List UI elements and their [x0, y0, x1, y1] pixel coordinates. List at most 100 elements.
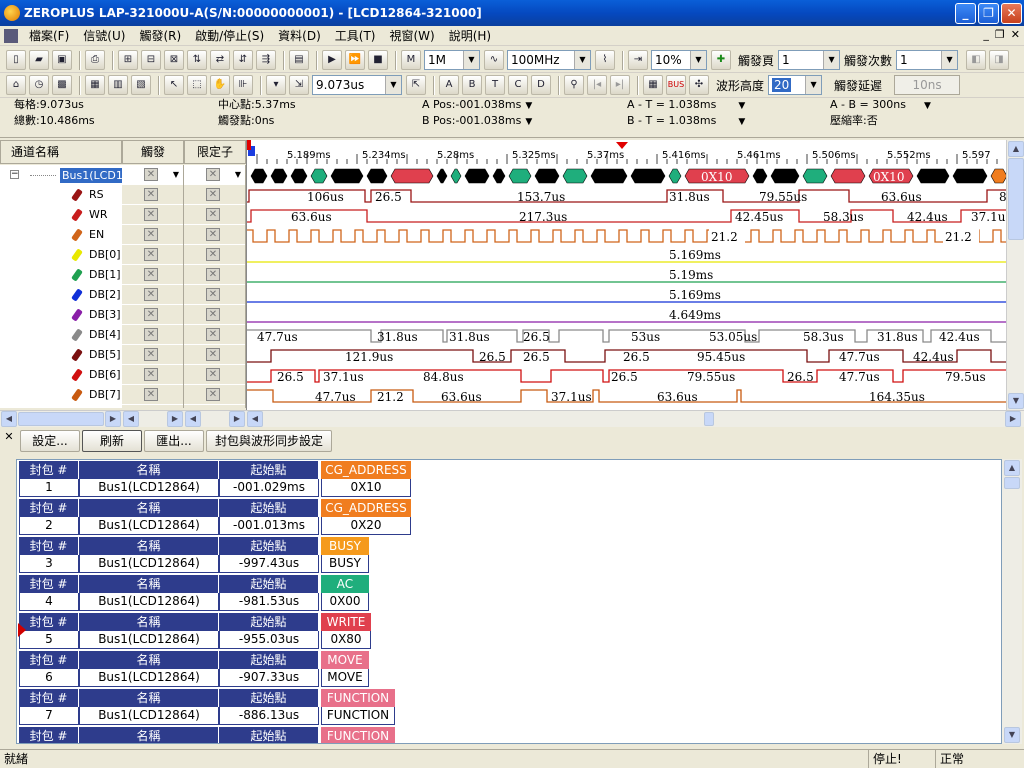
menu-window[interactable]: 視窗(W) [382, 27, 441, 45]
open-folder-icon[interactable]: ▰ [29, 50, 49, 70]
trigger-cell[interactable]: ✕ [122, 305, 183, 325]
channel-rs[interactable]: RS [0, 185, 122, 205]
scroll-left-icon[interactable]: ◀ [185, 411, 201, 427]
minimize-button[interactable]: _ [955, 3, 976, 24]
channel-db5[interactable]: DB[5] [0, 345, 122, 365]
qualifier-cell[interactable]: ✕ [184, 285, 245, 305]
qualifier-cell[interactable]: ✕ [184, 305, 245, 325]
refresh-button[interactable]: 刷新 [82, 430, 142, 452]
chevron-down-icon[interactable]: ▼ [171, 168, 181, 181]
bar-c-icon[interactable]: C [508, 75, 528, 95]
home-icon[interactable]: ⌂ [6, 75, 26, 95]
scroll-thumb[interactable] [1008, 158, 1024, 240]
bar-b-icon[interactable]: B [462, 75, 482, 95]
channel-setup-icon[interactable]: ⊞ [118, 50, 138, 70]
bar-a-icon[interactable]: A [439, 75, 459, 95]
packet-view-icon[interactable]: ▧ [131, 75, 151, 95]
trigger-cell[interactable]: ✕ [122, 325, 183, 345]
waveform-area[interactable]: 5.189ms 5.234ms 5.28ms 5.325ms 5.37ms 5.416ms… [246, 140, 1006, 410]
compress-icon[interactable]: ⇶ [256, 50, 276, 70]
waveform-vertical-scrollbar[interactable]: ▲ ▼ [1006, 140, 1024, 410]
table-view-icon[interactable]: ▥ [108, 75, 128, 95]
waveform-hscrollbar[interactable]: ◀ ▶ [246, 410, 1024, 427]
trigger-cell[interactable]: ✕ [122, 225, 183, 245]
mdi-close-icon[interactable]: ✕ [1011, 28, 1020, 41]
sample-depth-select[interactable]: 1M ▼ [424, 50, 480, 70]
page-next-icon[interactable]: ◨ [989, 50, 1010, 70]
qualifier-cell[interactable]: ✕ [184, 365, 245, 385]
new-file-icon[interactable]: ▯ [6, 50, 26, 70]
menu-help[interactable]: 說明(H) [442, 27, 498, 45]
scroll-right-icon[interactable]: ▶ [167, 411, 183, 427]
trigger-cell[interactable]: ✕ [122, 265, 183, 285]
time-per-div-select[interactable]: 9.073us ▼ [312, 75, 402, 95]
packet-vertical-scrollbar[interactable]: ▲ ▼ [1002, 459, 1022, 744]
qualifier-cell[interactable]: ✕ [184, 325, 245, 345]
channel-db1[interactable]: DB[1] [0, 265, 122, 285]
qualifier-cell[interactable]: ✕ [184, 245, 245, 265]
scroll-right-icon[interactable]: ▶ [229, 411, 245, 427]
channel-hscrollbar[interactable]: ◀ ▶ [0, 410, 122, 427]
scroll-right-icon[interactable]: ▶ [105, 411, 121, 427]
channel-en[interactable]: EN [0, 225, 122, 245]
zoom-select-icon[interactable]: ⬚ [187, 75, 207, 95]
channel-wr[interactable]: WR [0, 205, 122, 225]
stop-icon[interactable]: ■ [368, 50, 388, 70]
trigger-cell[interactable]: ✕ [122, 365, 183, 385]
qualifier-cell[interactable]: ✕ ▼ [184, 165, 245, 185]
scroll-thumb[interactable] [18, 412, 104, 426]
scroll-left-icon[interactable]: ◀ [1, 411, 17, 427]
trigger-cell[interactable]: ✕ [122, 185, 183, 205]
marker-icon[interactable]: ⇵ [233, 50, 253, 70]
bar-t-icon[interactable]: T [485, 75, 505, 95]
restore-button[interactable]: ❐ [978, 3, 999, 24]
menu-file[interactable]: 檔案(F) [22, 27, 76, 45]
qualifier-hscrollbar[interactable]: ◀ ▶ [184, 410, 246, 427]
ruler-icon[interactable]: ⊪ [233, 75, 253, 95]
capture-icon[interactable]: ▩ [52, 75, 72, 95]
channel-db0[interactable]: DB[0] [0, 245, 122, 265]
qualifier-cell[interactable]: ✕ [184, 385, 245, 405]
channel-db6[interactable]: DB[6] [0, 365, 122, 385]
scroll-up-icon[interactable]: ▲ [1008, 141, 1024, 157]
qualifier-cell[interactable]: ✕ [184, 345, 245, 365]
trigger-cell[interactable]: ✕ [122, 345, 183, 365]
wave-height-select[interactable]: 20 ▼ [768, 75, 823, 95]
qualifier-cell[interactable]: ✕ [184, 265, 245, 285]
menu-tools[interactable]: 工具(T) [328, 27, 383, 45]
run-icon[interactable]: ▶ [322, 50, 342, 70]
panel-close-icon[interactable]: ✕ [2, 430, 16, 444]
scroll-up-icon[interactable]: ▲ [1004, 460, 1020, 476]
channel-db4[interactable]: DB[4] [0, 325, 122, 345]
page-prev-icon[interactable]: ◧ [966, 50, 987, 70]
qualifier-cell[interactable]: ✕ [184, 205, 245, 225]
bus-setup-icon[interactable]: ⊠ [164, 50, 184, 70]
trigger-page-select[interactable]: 1 ▼ [778, 50, 841, 70]
mdi-minimize-icon[interactable]: _ [983, 28, 989, 41]
trigger-cell[interactable]: ✕ [122, 205, 183, 225]
scroll-left-icon[interactable]: ◀ [247, 411, 263, 427]
search-prev-icon[interactable]: |◂ [587, 75, 607, 95]
search-icon[interactable]: ⚲ [564, 75, 584, 95]
bar-d-icon[interactable]: D [531, 75, 551, 95]
hand-icon[interactable]: ✋ [210, 75, 230, 95]
scroll-thumb[interactable] [1004, 477, 1020, 489]
trigger-setup-icon[interactable]: ⊟ [141, 50, 161, 70]
trigger-position-select[interactable]: 10% ▼ [651, 50, 707, 70]
zoom-reset-icon[interactable]: ⇱ [406, 75, 426, 95]
trigger-delay-field[interactable]: 10ns [894, 75, 961, 95]
menu-data[interactable]: 資料(D) [271, 27, 328, 45]
sync-settings-button[interactable]: 封包與波形同步設定 [206, 430, 332, 452]
export-button[interactable]: 匯出... [144, 430, 204, 452]
qualifier-cell[interactable]: ✕ [184, 225, 245, 245]
add-icon[interactable]: ✚ [711, 50, 731, 70]
print-icon[interactable]: ⎙ [85, 50, 105, 70]
channel-bus1[interactable]: − Bus1(LCD12864) [0, 165, 122, 185]
qualifier-cell[interactable]: ✕ [184, 185, 245, 205]
close-button[interactable]: ✕ [1001, 3, 1022, 24]
channel-db7[interactable]: DB[7] [0, 385, 122, 405]
scroll-right-icon[interactable]: ▶ [1005, 411, 1021, 427]
bus-icon[interactable]: BUS [666, 75, 686, 95]
pointer-icon[interactable]: ↖ [164, 75, 184, 95]
mdi-restore-icon[interactable]: ❐ [995, 28, 1005, 41]
